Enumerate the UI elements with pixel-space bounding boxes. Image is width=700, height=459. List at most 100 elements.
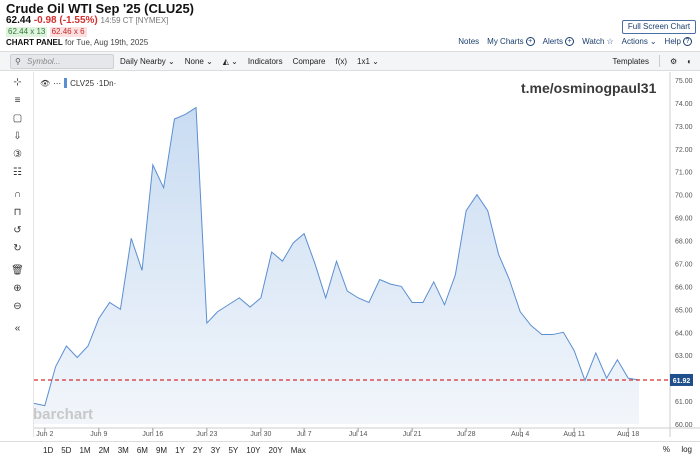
panel-date: for Tue, Aug 19th, 2025 bbox=[64, 38, 149, 47]
x-tick-label: Jun 9 bbox=[90, 431, 107, 437]
y-tick-label: 67.00 bbox=[675, 261, 693, 268]
price-change: -0.98 (-1.55%) bbox=[33, 15, 98, 26]
chart-panel-label: CHART PANEL for Tue, Aug 19th, 2025 bbox=[6, 38, 148, 47]
zoom-out-icon[interactable]: ⊖ bbox=[11, 300, 24, 313]
plus-icon: + bbox=[525, 37, 535, 46]
period-button[interactable]: 3Y bbox=[210, 446, 222, 455]
chart-type-dropdown[interactable]: ◭ ⌄ bbox=[223, 57, 238, 66]
watermark-text: t.me/osminogpaul31 bbox=[521, 80, 657, 96]
watch-link[interactable]: Watch ☆ bbox=[582, 37, 614, 46]
search-icon: ⚲ bbox=[15, 57, 21, 66]
x-tick-label: Jun 23 bbox=[196, 431, 217, 437]
my-charts-label: My Charts bbox=[487, 37, 524, 46]
y-tick-label: 60.00 bbox=[675, 422, 693, 429]
y-tick-label: 63.00 bbox=[675, 353, 693, 360]
alerts-link[interactable]: Alerts + bbox=[542, 37, 575, 46]
my-charts-link[interactable]: My Charts + bbox=[487, 37, 535, 46]
y-tick-label: 66.00 bbox=[675, 284, 693, 291]
y-tick-label: 65.00 bbox=[675, 307, 693, 314]
fib-icon[interactable]: ☷ bbox=[11, 166, 24, 179]
layout-label: 1x1 bbox=[357, 56, 370, 66]
more-icon[interactable]: ⋯ bbox=[53, 79, 61, 88]
period-button[interactable]: 1M bbox=[78, 446, 91, 455]
compare-button[interactable]: Compare bbox=[293, 57, 326, 66]
fx-button[interactable]: f(x) bbox=[335, 57, 347, 66]
chart-area[interactable]: 60.0061.0062.0063.0064.0065.0066.0067.00… bbox=[33, 72, 700, 438]
series-color-swatch bbox=[64, 78, 68, 88]
notes-link[interactable]: Notes bbox=[458, 37, 479, 46]
header-links: Notes My Charts + Alerts + Watch ☆ Actions ⌄… bbox=[458, 37, 692, 46]
lock-icon[interactable]: ⊓ bbox=[11, 206, 24, 219]
y-tick-label: 69.00 bbox=[675, 216, 693, 223]
chevron-down-icon: ⌄ bbox=[649, 37, 657, 46]
period-button[interactable]: 5D bbox=[60, 446, 72, 455]
period-button[interactable]: 1Y bbox=[174, 446, 186, 455]
eye-icon[interactable]: 👁 bbox=[40, 79, 50, 88]
layout-dropdown[interactable]: 1x1 ⌄ bbox=[357, 57, 379, 66]
magnet-icon[interactable]: ∩ bbox=[11, 188, 24, 201]
actions-menu[interactable]: Actions ⌄ bbox=[622, 37, 657, 46]
indicators-button[interactable]: Indicators bbox=[248, 57, 283, 66]
last-price: 62.44 -0.98 (-1.55%) 14:59 CT [NYMEX] bbox=[6, 15, 168, 26]
crosshair-icon[interactable]: ⊹ bbox=[11, 76, 24, 89]
arrow-down-icon[interactable]: ⇩ bbox=[11, 130, 24, 143]
toolbar-right: Templates ⚙ ◐ bbox=[613, 52, 692, 70]
period-button[interactable]: 10Y bbox=[245, 446, 261, 455]
log-toggle[interactable]: log bbox=[681, 445, 692, 454]
nearby-label: Daily Nearby bbox=[120, 56, 166, 66]
period-button[interactable]: 20Y bbox=[268, 446, 284, 455]
none-dropdown[interactable]: None ⌄ bbox=[185, 57, 213, 66]
period-button[interactable]: Max bbox=[290, 446, 307, 455]
period-button[interactable]: 2Y bbox=[192, 446, 204, 455]
x-tick-label: Jul 28 bbox=[457, 431, 476, 437]
period-button[interactable]: 1D bbox=[42, 446, 54, 455]
period-button[interactable]: 5Y bbox=[227, 446, 239, 455]
number-icon[interactable]: ③ bbox=[11, 148, 24, 161]
x-tick-label: Jun 16 bbox=[142, 431, 163, 437]
chart-toolbar: ⚲ Symbol... Daily Nearby ⌄ None ⌄ ◭ ⌄ In… bbox=[0, 51, 700, 71]
settings-gear-icon[interactable]: ⚙ bbox=[670, 57, 677, 66]
lines-icon[interactable]: ≡ bbox=[11, 94, 24, 107]
undo-icon[interactable]: ↺ bbox=[11, 224, 24, 237]
alerts-label: Alerts bbox=[542, 37, 564, 46]
barchart-logo: barchart bbox=[33, 406, 94, 423]
symbol-search-input[interactable]: ⚲ Symbol... bbox=[10, 54, 114, 69]
dark-mode-icon[interactable]: ◐ bbox=[687, 57, 692, 66]
toolbar-items: Daily Nearby ⌄ None ⌄ ◭ ⌄ Indicators Com… bbox=[120, 52, 379, 70]
x-tick-label: Jul 21 bbox=[403, 431, 422, 437]
help-label: Help bbox=[664, 37, 681, 46]
bid-ask: 62.44 x 13 62.46 x 6 bbox=[6, 27, 87, 37]
daily-nearby-dropdown[interactable]: Daily Nearby ⌄ bbox=[120, 57, 175, 66]
y-tick-label: 71.00 bbox=[675, 170, 693, 177]
y-tick-label: 64.00 bbox=[675, 330, 693, 337]
fullscreen-button[interactable]: Full Screen Chart bbox=[622, 20, 696, 34]
period-button[interactable]: 6M bbox=[136, 446, 149, 455]
last-value: 62.44 bbox=[6, 15, 32, 26]
period-button[interactable]: 2M bbox=[98, 446, 111, 455]
x-tick-label: Jun 30 bbox=[250, 431, 271, 437]
collapse-icon[interactable]: « bbox=[11, 322, 24, 335]
y-tick-label: 74.00 bbox=[675, 101, 693, 108]
period-button[interactable]: 9M bbox=[155, 446, 168, 455]
panel-title: CHART PANEL bbox=[6, 38, 63, 47]
templates-button[interactable]: Templates bbox=[613, 57, 649, 66]
period-bar: 1D 5D 1M 2M 3M 6M 9M 1Y 2Y 3Y 5Y 10Y 20Y Max % log bbox=[0, 441, 700, 459]
trash-icon[interactable]: 🗑 bbox=[11, 264, 24, 277]
actions-label: Actions bbox=[621, 37, 648, 46]
x-tick-label: Aug 11 bbox=[563, 431, 585, 437]
mountain-chart-icon: ◭ bbox=[222, 56, 229, 66]
help-link[interactable]: Help? bbox=[665, 37, 692, 46]
x-tick-label: Aug 18 bbox=[617, 431, 639, 437]
y-tick-label: 68.00 bbox=[675, 239, 693, 246]
search-placeholder: Symbol... bbox=[27, 57, 61, 66]
percent-toggle[interactable]: % bbox=[663, 445, 670, 454]
x-tick-label: Jun 2 bbox=[36, 431, 53, 437]
watch-label: Watch bbox=[582, 37, 605, 46]
redo-icon[interactable]: ↻ bbox=[11, 242, 24, 255]
bid-badge: 62.44 x 13 bbox=[6, 27, 48, 37]
shapes-icon[interactable]: ▢ bbox=[11, 112, 24, 125]
period-button[interactable]: 3M bbox=[117, 446, 130, 455]
y-tick-label: 75.00 bbox=[675, 78, 693, 85]
y-tick-label: 73.00 bbox=[675, 124, 693, 131]
zoom-in-icon[interactable]: ⊕ bbox=[11, 282, 24, 295]
